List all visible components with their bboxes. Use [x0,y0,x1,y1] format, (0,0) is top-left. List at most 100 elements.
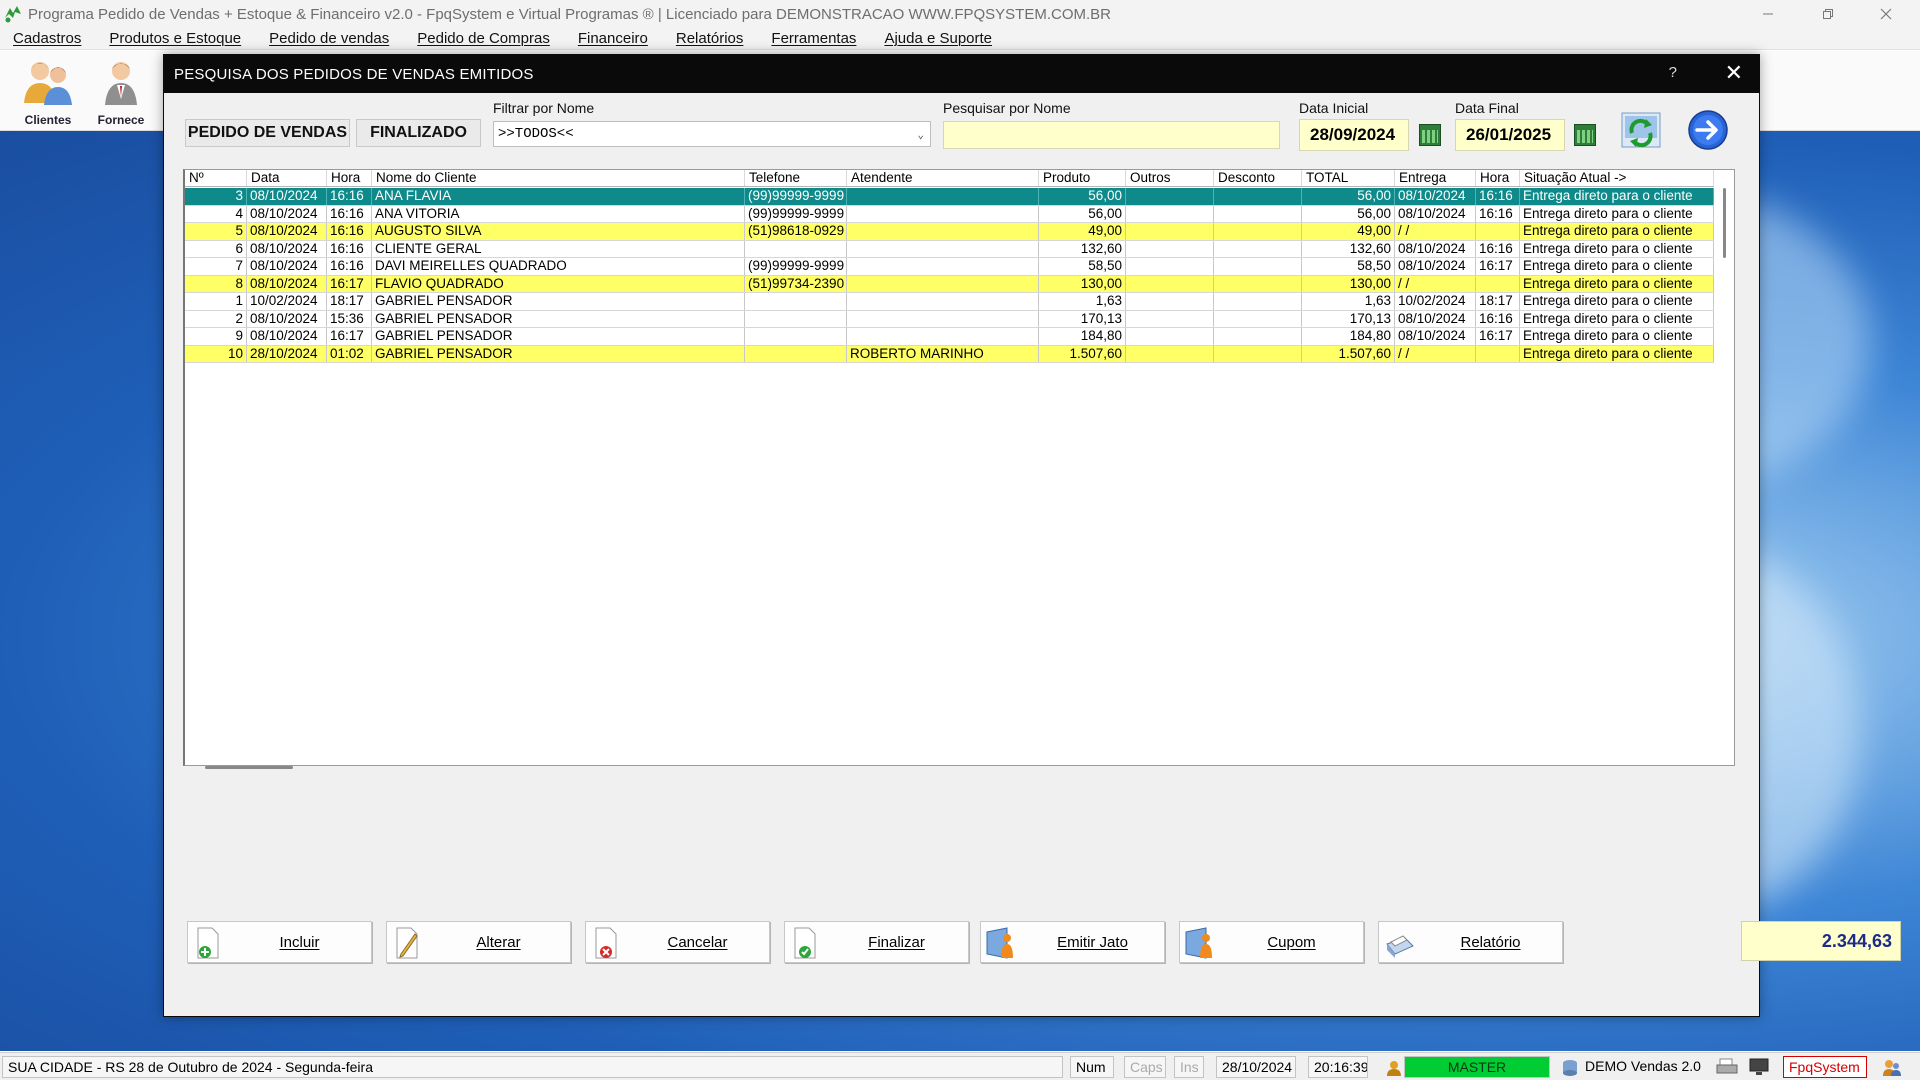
minimize-button[interactable] [1740,0,1796,28]
cancelar-button[interactable]: Cancelar [585,921,770,963]
menu-cadastros[interactable]: Cadastros [0,30,96,47]
clientes-button[interactable]: Clientes [12,57,84,129]
menu-produtos-estoque[interactable]: Produtos e Estoque [96,30,256,47]
cell-outros [1126,345,1214,362]
menu-pedido-compras[interactable]: Pedido de Compras [404,30,565,47]
help-button[interactable]: ? [1669,64,1677,81]
calendar-icon[interactable] [1419,124,1441,146]
cell-cliente: GABRIEL PENSADOR [372,345,745,362]
horizontal-scrollbar[interactable] [205,766,293,769]
col-hora-entrega[interactable]: Hora [1476,170,1520,186]
cell-hora: 15:36 [327,310,372,327]
dialog-close-button[interactable]: ✕ [1725,60,1743,86]
cell-hora: 16:16 [327,223,372,240]
printer-icon[interactable] [1716,1057,1738,1077]
col-telefone[interactable]: Telefone [745,170,847,186]
col-entrega[interactable]: Entrega [1395,170,1476,186]
search-orders-dialog: PESQUISA DOS PEDIDOS DE VENDAS EMITIDOS … [163,54,1901,1017]
vertical-scrollbar[interactable] [1723,188,1726,258]
cell-atendente [847,258,1039,275]
menu-ferramentas[interactable]: Ferramentas [758,30,871,47]
refresh-icon[interactable] [1620,111,1662,153]
cell-entrega: 08/10/2024 [1395,328,1476,345]
table-row[interactable]: 3 08/10/2024 16:16 ANA FLAVIA (99)99999-9999… [185,188,1714,206]
col-atendente[interactable]: Atendente [847,170,1039,186]
col-outros[interactable]: Outros [1126,170,1214,186]
filter-name-select[interactable]: >>TODOS<< ⌄ [493,121,931,147]
table-row[interactable]: 10 28/10/2024 01:02 GABRIEL PENSADOR ROBERTO… [185,345,1714,363]
table-row[interactable]: 2 08/10/2024 15:36 GABRIEL PENSADOR 170,13 17… [185,310,1714,328]
finalizar-button[interactable]: Finalizar [784,921,969,963]
users-icon[interactable] [1882,1058,1902,1078]
status-num: Num [1070,1056,1114,1078]
cell-desconto [1214,310,1302,327]
col-situacao[interactable]: Situação Atual -> [1520,170,1714,186]
cell-cliente: DAVI MEIRELLES QUADRADO [372,258,745,275]
end-date-input[interactable]: 26/01/2025 [1455,119,1565,151]
cell-numero: 4 [185,205,247,222]
cell-hora: 16:16 [327,205,372,222]
cell-telefone [745,328,847,345]
status-bar: SUA CIDADE - RS 28 de Outubro de 2024 - … [0,1052,1920,1080]
menu-pedido-vendas[interactable]: Pedido de vendas [256,30,404,47]
table-row[interactable]: 6 08/10/2024 16:16 CLIENTE GERAL 132,60 132,6… [185,240,1714,258]
status-caps: Caps [1124,1056,1166,1078]
cell-cliente: AUGUSTO SILVA [372,223,745,240]
cell-desconto [1214,205,1302,222]
pedido-vendas-button[interactable]: PEDIDO DE VENDAS [185,119,350,147]
menu-bar: Cadastros Produtos e Estoque Pedido de v… [0,28,1920,50]
col-cliente[interactable]: Nome do Cliente [372,170,745,186]
col-data[interactable]: Data [247,170,327,186]
cell-hora-entrega: 16:16 [1476,205,1520,222]
cell-atendente [847,240,1039,257]
table-row[interactable]: 1 10/02/2024 18:17 GABRIEL PENSADOR 1,63 1,63… [185,293,1714,311]
cupom-button[interactable]: Cupom [1179,921,1364,963]
cell-total: 130,00 [1302,275,1395,292]
emitir-jato-button[interactable]: Emitir Jato [980,921,1165,963]
start-date-input[interactable]: 28/09/2024 [1299,119,1409,151]
check-document-icon [794,927,816,959]
cell-produto: 58,50 [1039,258,1126,275]
printer-icon [1386,935,1414,958]
alterar-button[interactable]: Alterar [386,921,571,963]
calendar-icon[interactable] [1574,124,1596,146]
close-window-button[interactable] [1858,0,1914,28]
status-user: MASTER [1404,1056,1550,1078]
cell-outros [1126,328,1214,345]
col-desconto[interactable]: Desconto [1214,170,1302,186]
incluir-label: Incluir [279,934,320,951]
menu-ajuda-suporte[interactable]: Ajuda e Suporte [871,30,1007,47]
finalizado-button[interactable]: FINALIZADO [356,119,481,147]
cell-atendente [847,205,1039,222]
table-row[interactable]: 8 08/10/2024 16:17 FLAVIO QUADRADO (51)99734… [185,275,1714,293]
restore-button[interactable] [1800,0,1856,28]
cell-numero: 1 [185,293,247,310]
cell-entrega: 08/10/2024 [1395,205,1476,222]
alterar-label: Alterar [476,934,521,951]
cell-total: 170,13 [1302,310,1395,327]
relatorio-button[interactable]: Relatório [1378,921,1563,963]
search-name-input[interactable] [943,121,1280,149]
col-produto[interactable]: Produto [1039,170,1126,186]
col-numero[interactable]: Nº [185,170,247,186]
forward-arrow-icon[interactable] [1687,109,1729,151]
cell-situacao: Entrega direto para o cliente [1520,240,1714,257]
cell-outros [1126,223,1214,240]
fornece-button[interactable]: Fornece [85,57,157,129]
monitor-icon[interactable] [1748,1057,1770,1077]
col-total[interactable]: TOTAL [1302,170,1395,186]
cell-desconto [1214,345,1302,362]
col-hora[interactable]: Hora [327,170,372,186]
cell-cliente: FLAVIO QUADRADO [372,275,745,292]
menu-financeiro[interactable]: Financeiro [565,30,663,47]
table-row[interactable]: 4 08/10/2024 16:16 ANA VITORIA (99)99999-999… [185,205,1714,223]
incluir-button[interactable]: Incluir [187,921,372,963]
clientes-label: Clientes [24,113,72,127]
menu-relatorios[interactable]: Relatórios [663,30,759,47]
cell-atendente: ROBERTO MARINHO [847,345,1039,362]
table-row[interactable]: 9 08/10/2024 16:17 GABRIEL PENSADOR 184,80 18… [185,328,1714,346]
cell-cliente: GABRIEL PENSADOR [372,328,745,345]
table-row[interactable]: 5 08/10/2024 16:16 AUGUSTO SILVA (51)98618-0… [185,223,1714,241]
cell-total: 132,60 [1302,240,1395,257]
table-row[interactable]: 7 08/10/2024 16:16 DAVI MEIRELLES QUADRADO(… [185,258,1714,276]
